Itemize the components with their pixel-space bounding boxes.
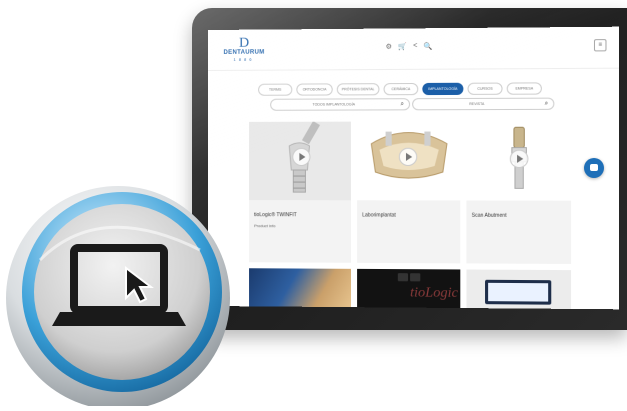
cart-icon[interactable]: 🛒 <box>398 43 407 51</box>
card-subtitle: Product info <box>254 223 275 228</box>
type-filter-value: REVISTA <box>413 99 541 110</box>
video-thumbnail <box>466 270 571 310</box>
site-header: D DENTAURUM 1886 ⚙ 🛒 < 🔍 ≡ <box>208 27 619 71</box>
card-title: tioLogic® TWINFIT <box>254 212 297 218</box>
twinfit-image <box>249 122 351 201</box>
video-thumbnail <box>249 268 351 309</box>
search-icon: ⌕ <box>545 99 549 109</box>
scan-abutment-image <box>466 121 571 201</box>
menu-button[interactable]: ≡ <box>594 39 607 51</box>
search-icon: ⌕ <box>400 99 403 109</box>
website-screen: D DENTAURUM 1886 ⚙ 🛒 < 🔍 ≡ TERMS ORTODON… <box>208 27 619 310</box>
tab-implantologia[interactable]: IMPLANTOLOGÍA <box>422 83 463 95</box>
tab-empresa[interactable]: EMPRESA <box>507 82 542 94</box>
share-icon[interactable]: < <box>413 42 417 50</box>
header-icons: ⚙ 🛒 < 🔍 <box>386 42 433 50</box>
card-title: Scan Abutment <box>472 213 507 219</box>
media-control[interactable] <box>410 273 420 281</box>
play-icon[interactable] <box>510 150 529 168</box>
video-card[interactable] <box>466 270 571 310</box>
type-filter[interactable]: REVISTA ⌕ <box>412 98 554 111</box>
video-card[interactable]: tioLogic <box>357 269 460 309</box>
chat-icon[interactable] <box>584 158 604 178</box>
category-filter-value: TODOS IMPLANTOLOGÍA <box>271 99 397 110</box>
tab-protesis-dental[interactable]: PRÓTESIS DENTAL <box>337 83 380 95</box>
play-icon[interactable] <box>399 148 417 166</box>
tab-cursos[interactable]: CURSOS <box>468 83 503 95</box>
category-tabs: TERMS ORTODONCIA PRÓTESIS DENTAL CERÁMIC… <box>258 82 542 95</box>
monitor-screen <box>488 283 548 302</box>
category-filter[interactable]: TODOS IMPLANTOLOGÍA ⌕ <box>270 98 410 111</box>
video-overlay-text: tioLogic <box>410 285 458 302</box>
online-catalog-badge <box>0 180 230 406</box>
laborimplantat-image <box>357 121 460 200</box>
brand-logo[interactable]: D DENTAURUM 1886 <box>214 37 274 63</box>
tab-ceramica[interactable]: CERÁMICA <box>384 83 419 95</box>
settings-icon[interactable]: ⚙ <box>386 43 392 51</box>
tab-ortodoncia[interactable]: ORTODONCIA <box>296 83 332 95</box>
media-control[interactable] <box>398 273 408 281</box>
product-card-twinfit[interactable]: tioLogic® TWINFIT Product info <box>249 122 351 263</box>
product-card-scan-abutment[interactable]: Scan Abutment <box>466 121 571 264</box>
tab-terms[interactable]: TERMS <box>258 84 292 96</box>
card-title: Laborimplantat <box>362 212 396 218</box>
video-thumbnail: tioLogic <box>357 269 460 309</box>
logo-mark: D <box>214 37 274 49</box>
play-icon[interactable] <box>292 148 310 166</box>
video-card[interactable] <box>249 268 351 309</box>
monitor-image <box>485 280 551 305</box>
product-card-laborimplantat[interactable]: Laborimplantat <box>357 121 460 263</box>
logo-year: 1886 <box>214 57 274 62</box>
search-icon[interactable]: 🔍 <box>423 42 432 50</box>
